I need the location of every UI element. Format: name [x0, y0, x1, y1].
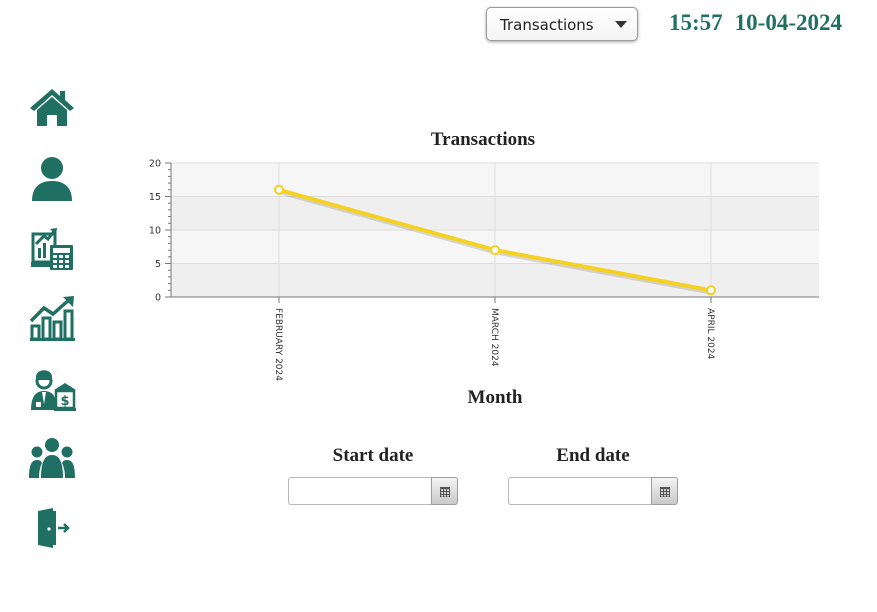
y-tick-label: 0 — [155, 293, 161, 304]
end-date-label: End date — [556, 445, 630, 466]
end-date-picker — [508, 477, 678, 505]
y-tick-label: 15 — [149, 192, 161, 203]
start-date-label: Start date — [332, 445, 414, 466]
transactions-line-chart: 0 5 10 15 20 FEBRUARY 2024 MARCH 2024 APRIL 202… — [149, 159, 819, 381]
data-point — [490, 245, 500, 256]
end-date-calendar-button[interactable] — [651, 477, 678, 505]
y-tick-label: 20 — [149, 159, 161, 170]
start-date-input[interactable] — [288, 477, 431, 505]
end-date-input[interactable] — [508, 477, 651, 505]
data-point — [274, 184, 284, 195]
x-tick-label: APRIL 2024 — [705, 308, 715, 360]
data-point — [706, 285, 716, 296]
y-tick-label: 5 — [155, 259, 161, 270]
calendar-icon — [440, 487, 450, 497]
y-tick-label: 10 — [149, 226, 161, 237]
start-date-calendar-button[interactable] — [431, 477, 458, 505]
x-tick-label: MARCH 2024 — [489, 308, 499, 367]
start-date-picker — [288, 477, 458, 505]
app-window: Transactions 15:57 10-04-2024 $ Transact… — [0, 0, 877, 612]
x-tick-label: FEBRUARY 2024 — [273, 308, 283, 381]
chart-x-axis-title: Month — [467, 387, 523, 408]
calendar-icon — [660, 487, 670, 497]
